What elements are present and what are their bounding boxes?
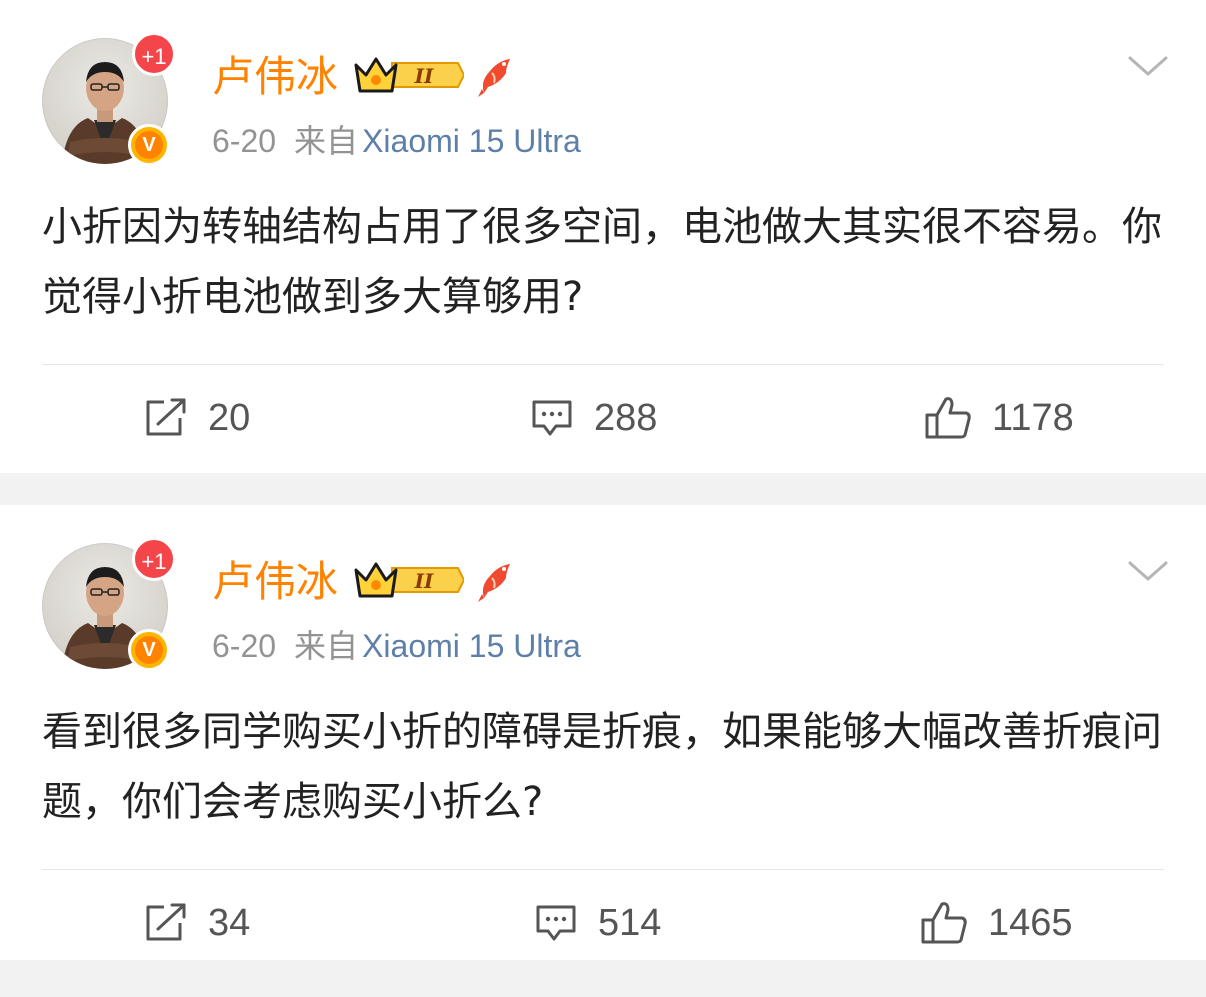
action-bar: 20 288 1178 xyxy=(0,365,1206,471)
notification-badge: +1 xyxy=(132,32,176,76)
post-text: 看到很多同学购买小折的障碍是折痕，如果能够大幅改善折痕问题，你们会考虑购买小折么… xyxy=(42,709,1162,825)
repost-count: 20 xyxy=(208,396,251,439)
avatar[interactable]: +1 V xyxy=(42,32,176,166)
source-prefix: 来自 xyxy=(294,627,359,665)
weibo-feed: +1 V 卢伟冰 II 6-20 来自 Xiaomi 15 Ultra 小折因为… xyxy=(0,0,1206,960)
member-level-label: II xyxy=(414,569,434,593)
action-bar: 34 514 1465 xyxy=(0,870,1206,976)
name-row: 卢伟冰 II xyxy=(212,557,516,607)
post-date: 6-20 xyxy=(212,628,277,664)
post-card: +1 V 卢伟冰 II xyxy=(0,505,1206,960)
more-options-button[interactable] xyxy=(1126,551,1170,591)
source-prefix: 来自 xyxy=(294,122,359,160)
member-crown-icon[interactable]: II xyxy=(352,53,466,101)
like-icon xyxy=(921,902,967,944)
chevron-down-icon xyxy=(1128,561,1168,581)
username[interactable]: 卢伟冰 xyxy=(212,52,338,102)
repost-button[interactable]: 34 xyxy=(144,870,250,976)
source-device-link[interactable]: Xiaomi 15 Ultra xyxy=(362,123,581,159)
like-icon xyxy=(925,397,971,439)
repost-icon xyxy=(146,398,186,436)
member-level-label: II xyxy=(414,64,434,88)
like-button[interactable]: 1178 xyxy=(924,365,1074,471)
verified-badge-label: V xyxy=(135,636,163,664)
post-text: 小折因为转轴结构占用了很多空间，电池做大其实很不容易。你觉得小折电池做到多大算够… xyxy=(42,204,1162,320)
koi-fish-icon xyxy=(476,53,516,101)
name-row: 卢伟冰 II xyxy=(212,52,516,102)
koi-fish-icon xyxy=(476,558,516,606)
like-count: 1178 xyxy=(992,396,1074,439)
like-count: 1465 xyxy=(988,901,1073,944)
verified-badge: V xyxy=(128,124,170,166)
post-meta: 6-20 来自 Xiaomi 15 Ultra xyxy=(212,625,581,667)
comment-button[interactable]: 514 xyxy=(534,870,661,976)
username[interactable]: 卢伟冰 xyxy=(212,557,338,607)
verified-badge: V xyxy=(128,629,170,671)
member-crown-icon[interactable]: II xyxy=(352,558,466,606)
post-meta: 6-20 来自 Xiaomi 15 Ultra xyxy=(212,120,581,162)
chevron-down-icon xyxy=(1128,56,1168,76)
repost-button[interactable]: 20 xyxy=(144,365,250,471)
like-button[interactable]: 1465 xyxy=(920,870,1073,976)
comment-icon xyxy=(532,400,572,436)
avatar[interactable]: +1 V xyxy=(42,537,176,671)
comment-count: 514 xyxy=(598,901,662,944)
comment-button[interactable]: 288 xyxy=(530,365,657,471)
post-card: +1 V 卢伟冰 II xyxy=(0,0,1206,473)
comment-icon xyxy=(536,905,576,941)
repost-count: 34 xyxy=(208,901,251,944)
comment-count: 288 xyxy=(594,396,658,439)
notification-badge: +1 xyxy=(132,537,176,581)
post-date: 6-20 xyxy=(212,123,277,159)
repost-icon xyxy=(146,903,186,941)
verified-badge-label: V xyxy=(135,131,163,159)
more-options-button[interactable] xyxy=(1126,46,1170,86)
source-device-link[interactable]: Xiaomi 15 Ultra xyxy=(362,628,581,664)
